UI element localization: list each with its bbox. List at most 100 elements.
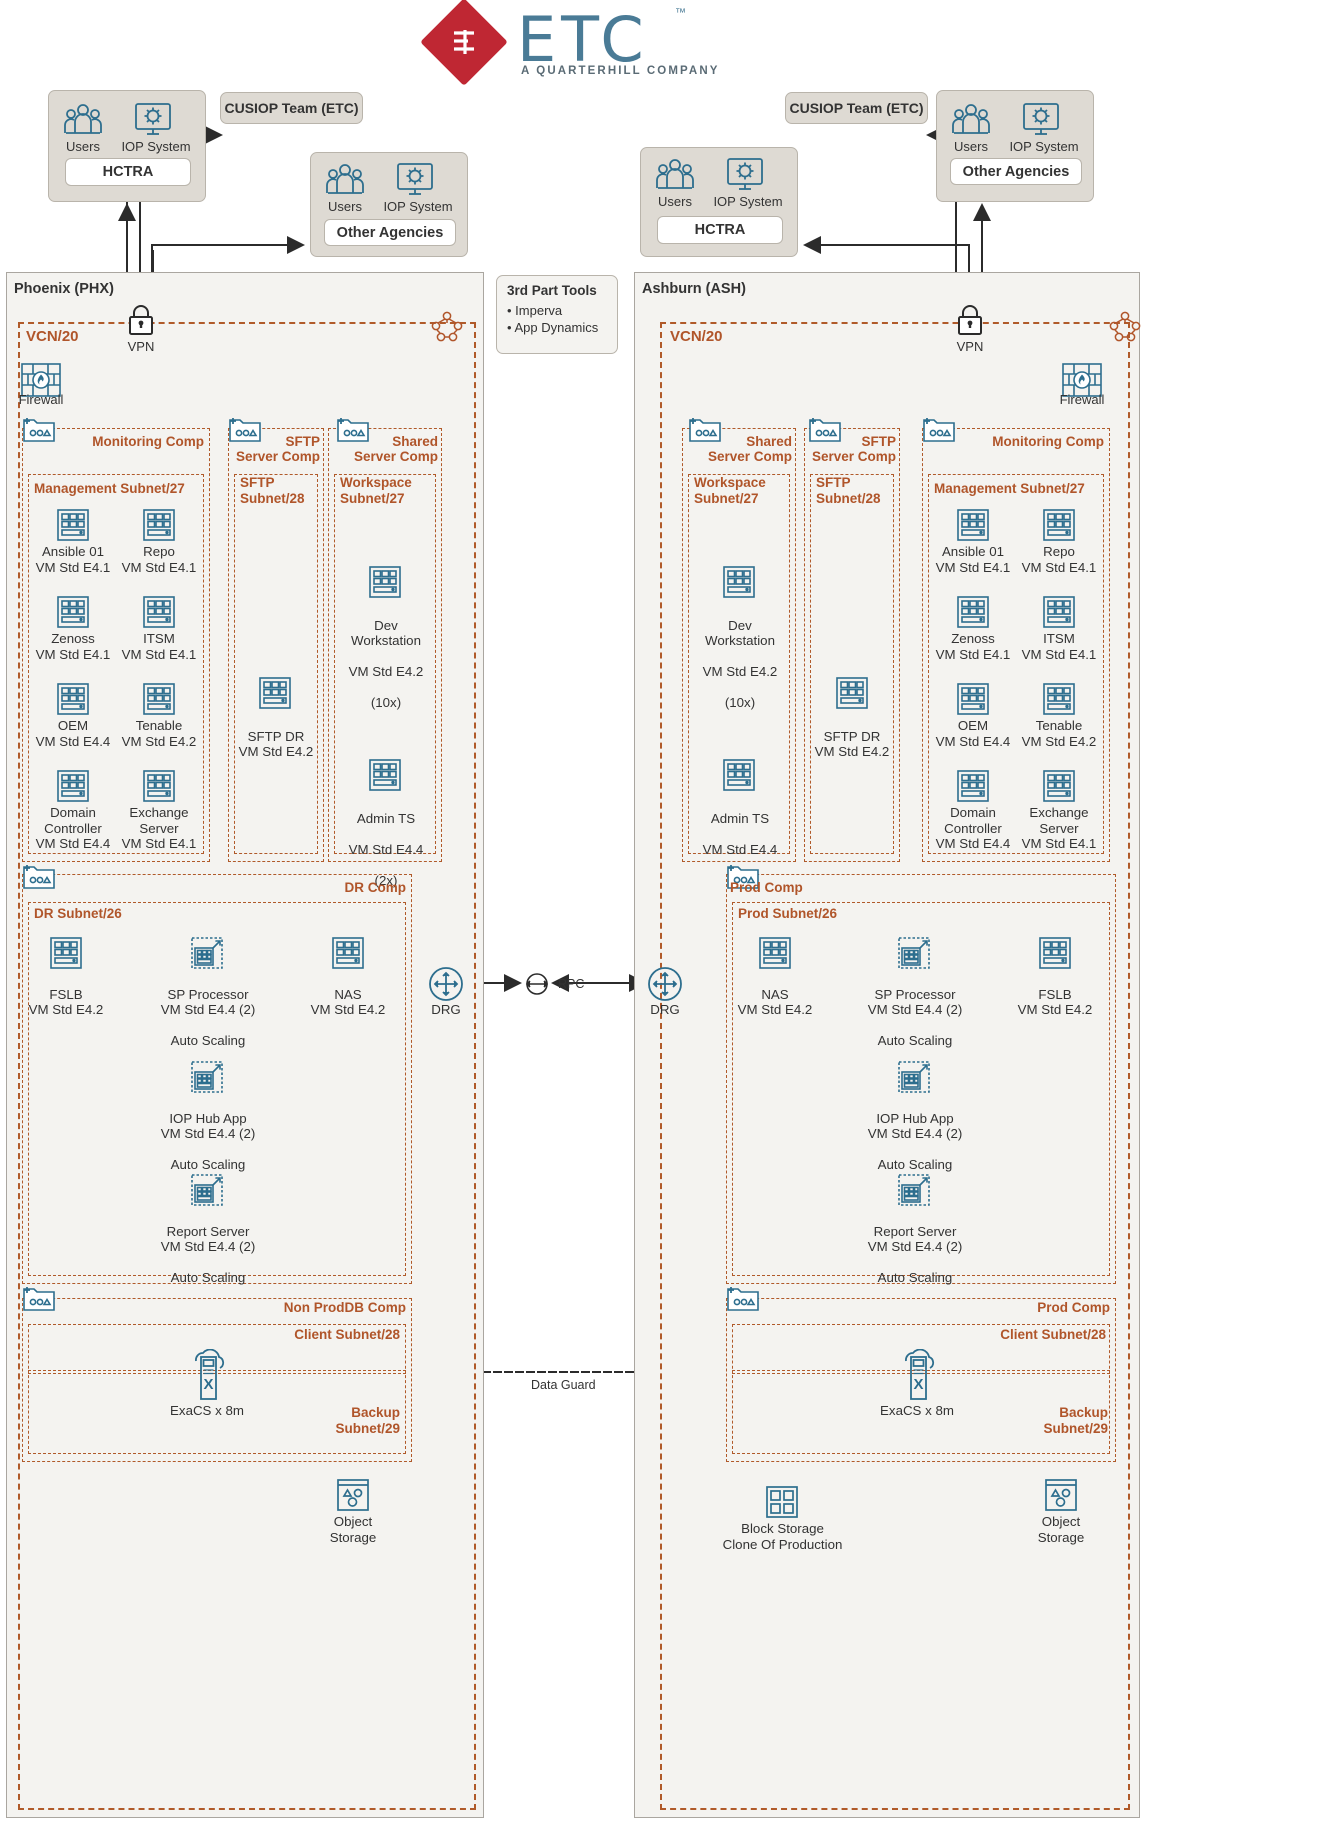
phx-vm-oem: OEM VM Std E4.4	[30, 682, 116, 749]
iop-system-label: IOP System	[383, 199, 453, 214]
ash-drg-label: DRG	[650, 1002, 680, 1017]
users-icon	[325, 163, 365, 202]
phx-cusiop-team[interactable]: CUSIOP Team (ETC)	[220, 92, 363, 124]
vm-instance-label: Domain Controller VM Std E4.4	[935, 805, 1011, 851]
vm-instance-label: Domain Controller VM Std E4.4	[35, 805, 111, 851]
users-label: Users	[658, 194, 692, 209]
iop-system-icon	[725, 156, 765, 199]
ash-vm-exchange-server: Exchange Server VM Std E4.1	[1016, 769, 1102, 852]
ash-nas-label: NAS VM Std E4.2	[737, 986, 813, 1018]
ash-prod-comp-label: Prod Comp	[730, 880, 803, 895]
block-storage-label: Block Storage Clone Of Production	[722, 1521, 843, 1552]
ash-monitoring-comp-label: Monitoring Comp	[992, 434, 1104, 449]
vm-instance-icon	[116, 595, 202, 629]
vm-instance-label: Repo VM Std E4.1	[1021, 544, 1097, 575]
vm-instance-label: Zenoss VM Std E4.1	[935, 631, 1011, 662]
vm-instance-icon	[116, 769, 202, 803]
third-party-item-0: • Imperva	[507, 303, 563, 318]
tenant-hctra-phx[interactable]: HCTRA	[65, 158, 191, 186]
vm-instance-icon	[930, 769, 1016, 803]
phx-management-subnet-label: Management Subnet/27	[34, 481, 185, 496]
vm-instance-icon	[1016, 769, 1102, 803]
phoenix-vpn-label: VPN	[127, 339, 155, 354]
iop-system-label: IOP System	[1009, 139, 1079, 154]
compartment-icon	[726, 1284, 760, 1317]
vm-instance-icon	[930, 508, 1016, 542]
ash-management-subnet-label: Management Subnet/27	[934, 481, 1085, 496]
vm-instance-label: Zenoss VM Std E4.1	[35, 631, 111, 662]
etc-tagline: A QUARTERHILL COMPANY	[521, 65, 720, 77]
vm-instance-icon	[930, 682, 1016, 716]
ash-admin-ts-icon	[722, 758, 756, 797]
data-guard-label: Data Guard	[531, 1378, 596, 1392]
tenant-other-agencies-ash[interactable]: Other Agencies	[950, 158, 1082, 185]
phx-vm-ansible-01: Ansible 01 VM Std E4.1	[30, 508, 116, 575]
vm-instance-label: Exchange Server VM Std E4.1	[121, 805, 197, 851]
ashburn-vcn-label: VCN/20	[670, 328, 723, 345]
phx-shared-comp-label: Shared Server Comp	[353, 434, 438, 464]
phoenix-firewall-label: Firewall	[18, 392, 64, 407]
third-party-title: 3rd Part Tools	[507, 283, 597, 298]
phx-iop-hub-app-label: IOP Hub App VM Std E4.4 (2) Auto Scaling	[160, 1110, 256, 1173]
phx-sftp-subnet-label: SFTP Subnet/28	[240, 475, 305, 506]
vm-instance-label: Ansible 01 VM Std E4.1	[35, 544, 111, 575]
phx-fslb-label: FSLB VM Std E4.2	[28, 986, 104, 1018]
ash-proddb-comp-label: Prod Comp	[1037, 1300, 1110, 1315]
trademark-symbol: ™	[675, 7, 686, 19]
iop-system-label: IOP System	[713, 194, 783, 209]
vm-instance-label: Ansible 01 VM Std E4.1	[935, 544, 1011, 575]
ashburn-firewall-label: Firewall	[1059, 392, 1105, 407]
vm-instance-label: Exchange Server VM Std E4.1	[1021, 805, 1097, 851]
users-label: Users	[66, 139, 100, 154]
phx-sftp-subnet	[234, 474, 318, 854]
ash-exacs-label: ExaCS x 8m	[880, 1403, 954, 1418]
vm-instance-icon	[1016, 595, 1102, 629]
phx-dev-workstation-label: Dev Workstation VM Std E4.2 (10x)	[348, 617, 424, 711]
vm-instance-label: ITSM VM Std E4.1	[1021, 631, 1097, 662]
phx-sftp-dr-vm-icon	[258, 676, 292, 715]
ash-vm-tenable: Tenable VM Std E4.2	[1016, 682, 1102, 749]
ash-sftp-subnet-label: SFTP Subnet/28	[816, 475, 881, 506]
phx-vm-tenable: Tenable VM Std E4.2	[116, 682, 202, 749]
ash-client-subnet-label: Client Subnet/28	[1000, 1327, 1106, 1342]
phx-report-server-label: Report Server VM Std E4.4 (2) Auto Scalin…	[160, 1223, 256, 1286]
iop-system-icon	[133, 101, 173, 144]
ash-fslb-icon	[1038, 936, 1072, 975]
ash-cusiop-team[interactable]: CUSIOP Team (ETC)	[785, 92, 928, 124]
compartment-icon	[22, 415, 56, 448]
ash-sftp-dr-vm-icon	[835, 676, 869, 715]
compartment-icon	[922, 415, 956, 448]
tenant-other-agencies-phx[interactable]: Other Agencies	[324, 219, 456, 246]
phx-users-group: Users IOP System HCTRA	[48, 90, 206, 202]
vm-instance-icon	[1016, 508, 1102, 542]
ash-other-agencies-group: Users IOP System Other Agencies	[936, 90, 1094, 202]
users-label: Users	[954, 139, 988, 154]
phoenix-region-title: Phoenix (PHX)	[14, 281, 114, 297]
ash-vm-oem: OEM VM Std E4.4	[930, 682, 1016, 749]
ash-dev-workstation-icon	[722, 565, 756, 604]
phx-exacs-label: ExaCS x 8m	[170, 1403, 244, 1418]
phx-client-subnet-label: Client Subnet/28	[294, 1327, 400, 1342]
phx-drg-icon	[428, 966, 464, 1007]
etc-logo-glyph	[433, 11, 495, 73]
phx-vm-repo: Repo VM Std E4.1	[116, 508, 202, 575]
ash-iop-hub-app-label: IOP Hub App VM Std E4.4 (2) Auto Scaling	[867, 1110, 963, 1173]
vm-instance-icon	[116, 682, 202, 716]
vm-instance-icon	[116, 508, 202, 542]
phx-object-storage-icon	[336, 1478, 370, 1517]
users-icon	[951, 103, 991, 142]
svg-text:X: X	[203, 1376, 213, 1393]
phoenix-vcn-label: VCN/20	[26, 328, 79, 345]
ash-fslb-label: FSLB VM Std E4.2	[1017, 986, 1093, 1018]
ash-management-vm-grid: Ansible 01 VM Std E4.1 Repo VM Std E4.1 …	[930, 508, 1102, 853]
ash-vm-itsm: ITSM VM Std E4.1	[1016, 595, 1102, 662]
rpc-label: RPC	[558, 977, 584, 991]
ash-nas-icon	[758, 936, 792, 975]
third-party-tools-box: 3rd Part Tools • Imperva • App Dynamics	[496, 275, 618, 354]
tenant-hctra-ash[interactable]: HCTRA	[657, 216, 783, 244]
vm-instance-icon	[30, 682, 116, 716]
vpn-icon	[953, 303, 987, 342]
rpc-icon	[522, 971, 552, 1002]
ash-vm-repo: Repo VM Std E4.1	[1016, 508, 1102, 575]
users-label: Users	[328, 199, 362, 214]
